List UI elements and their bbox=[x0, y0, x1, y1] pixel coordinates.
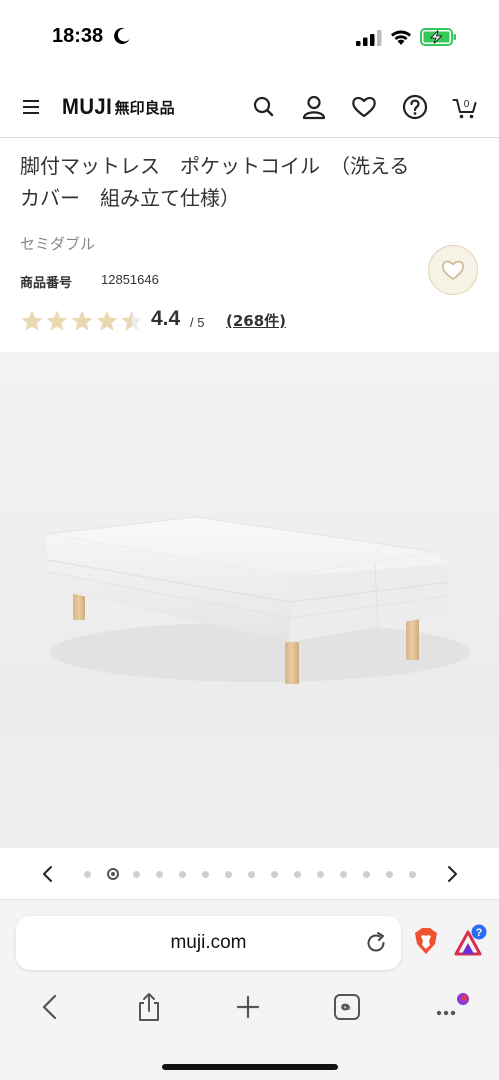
status-time: 18:38 bbox=[52, 25, 104, 47]
carousel-dot[interactable] bbox=[84, 870, 91, 878]
browser-toolbar: muji.com ? ∞ bbox=[0, 900, 499, 1080]
carousel-prev-icon[interactable] bbox=[36, 862, 60, 886]
star-icon bbox=[21, 310, 43, 331]
carousel-dot[interactable] bbox=[294, 870, 301, 878]
rewards-badge: ? bbox=[476, 927, 483, 939]
svg-text:∞: ∞ bbox=[342, 1001, 351, 1014]
address-bar[interactable]: muji.com bbox=[16, 916, 401, 970]
brave-shield-icon[interactable] bbox=[414, 927, 438, 955]
carousel-dot[interactable] bbox=[409, 870, 416, 878]
cellular-signal-icon bbox=[356, 30, 382, 46]
star-icon bbox=[96, 310, 118, 331]
carousel-dot[interactable] bbox=[107, 868, 119, 880]
carousel-dots bbox=[84, 868, 432, 880]
review-count-link[interactable]: (268件) bbox=[226, 310, 286, 331]
product-image[interactable] bbox=[0, 352, 499, 848]
logo-text-en: MUJI bbox=[62, 94, 113, 119]
status-bar: 18:38 bbox=[0, 0, 499, 76]
logo-text-ja: 無印良品 bbox=[114, 98, 175, 117]
cart-count: 0 bbox=[464, 99, 470, 110]
add-favorite-button[interactable] bbox=[428, 245, 478, 295]
favorites-icon[interactable] bbox=[351, 94, 377, 120]
carousel-dot[interactable] bbox=[317, 870, 324, 878]
product-variant: セミダブル bbox=[20, 235, 96, 253]
back-icon[interactable] bbox=[36, 992, 64, 1022]
mattress-with-legs-image bbox=[46, 516, 470, 684]
menu-icon[interactable] bbox=[22, 98, 42, 116]
carousel-next-icon[interactable] bbox=[440, 862, 464, 886]
account-icon[interactable] bbox=[301, 94, 327, 120]
heart-icon bbox=[441, 260, 465, 280]
help-icon[interactable] bbox=[402, 94, 428, 120]
url-text[interactable]: muji.com bbox=[16, 932, 401, 954]
brave-rewards-icon[interactable]: ? bbox=[452, 924, 488, 958]
star-icon bbox=[46, 310, 68, 331]
product-title: 脚付マットレス ポケットコイル （洗える カバー 組み立て仕様） bbox=[20, 154, 410, 210]
carousel-dot[interactable] bbox=[225, 870, 232, 878]
more-icon[interactable] bbox=[433, 992, 473, 1022]
star-half-icon bbox=[121, 310, 143, 331]
site-header: MUJI 無印良品 0 bbox=[0, 76, 499, 138]
image-carousel-nav bbox=[0, 848, 499, 900]
muji-logo[interactable]: MUJI 無印良品 bbox=[62, 94, 175, 120]
rating-value: 4.4 bbox=[151, 307, 181, 330]
carousel-dot[interactable] bbox=[248, 870, 255, 878]
reload-icon[interactable] bbox=[364, 931, 388, 955]
product-number-value: 12851646 bbox=[101, 272, 159, 287]
product-number-label: 商品番号 bbox=[20, 276, 73, 291]
moon-icon bbox=[114, 27, 130, 44]
carousel-dot[interactable] bbox=[133, 870, 140, 878]
new-tab-icon[interactable] bbox=[234, 992, 262, 1022]
carousel-dot[interactable] bbox=[179, 870, 186, 878]
rating-stars bbox=[20, 308, 145, 334]
home-indicator bbox=[162, 1064, 338, 1070]
rating-max: / 5 bbox=[190, 315, 205, 330]
carousel-dot[interactable] bbox=[271, 870, 278, 878]
star-icon bbox=[71, 310, 93, 331]
cart-icon[interactable]: 0 bbox=[452, 94, 478, 120]
carousel-dot[interactable] bbox=[340, 870, 347, 878]
wifi-icon bbox=[391, 30, 411, 45]
battery-charging-icon bbox=[420, 28, 456, 46]
carousel-dot[interactable] bbox=[202, 870, 209, 878]
search-icon[interactable] bbox=[251, 94, 277, 120]
share-icon[interactable] bbox=[135, 992, 163, 1022]
carousel-dot[interactable] bbox=[386, 870, 393, 878]
tabs-icon[interactable]: ∞ bbox=[333, 992, 361, 1022]
carousel-dot[interactable] bbox=[156, 870, 163, 878]
carousel-dot[interactable] bbox=[363, 870, 370, 878]
